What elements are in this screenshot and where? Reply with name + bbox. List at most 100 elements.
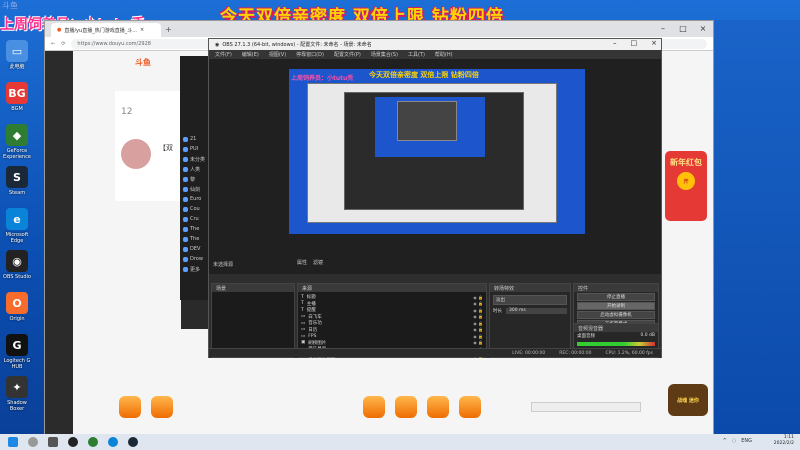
red-packet-banner[interactable]: 新年红包 开 — [665, 151, 707, 221]
nested-capture-obs — [344, 92, 524, 210]
category-icon — [183, 226, 188, 232]
gift-icon[interactable] — [363, 396, 385, 418]
tray-icon[interactable]: ◌ — [732, 438, 736, 444]
transition-select[interactable]: 淡出 — [493, 295, 567, 305]
obs-title-bar: ◉ OBS 27.1.3 (64-bit, windows) - 配置文件: 未… — [209, 39, 661, 50]
room-label: 【双 — [159, 144, 173, 152]
filters-button[interactable]: 滤镜 — [313, 259, 323, 266]
desktop-icon[interactable]: ◉ OBS Studio — [2, 250, 32, 280]
steam-taskbar-icon[interactable] — [128, 437, 138, 447]
new-tab-icon[interactable]: + — [165, 25, 172, 34]
douyu-logo[interactable]: 斗鱼 — [135, 57, 151, 68]
gift-icon[interactable] — [119, 396, 141, 418]
desktop-icon[interactable]: ◆ GeForce Experience — [2, 124, 32, 160]
control-button[interactable]: 开始录制 — [577, 302, 655, 310]
transition-duration-row: 时长 300 ms — [493, 308, 567, 314]
maximize-icon[interactable]: □ — [631, 39, 638, 47]
obs-menu-item[interactable]: 停靠窗口(D) — [296, 51, 324, 58]
app-icon: ◉ — [6, 250, 28, 272]
obs-taskbar-icon[interactable] — [68, 437, 78, 447]
app-icon: O — [6, 292, 28, 314]
desktop-icon-label: Origin — [9, 316, 25, 322]
obs-menu-item[interactable]: 帮助(H) — [435, 51, 453, 58]
desktop-icon-label: Microsoft Edge — [5, 232, 29, 244]
obs-status-bar: LIVE: 00:00:00 REC: 00:00:00 CPU: 1.2%, … — [209, 348, 661, 357]
obs-window[interactable]: ◉ OBS 27.1.3 (64-bit, windows) - 配置文件: 未… — [208, 38, 662, 359]
source-type-icon: ▭ — [301, 314, 306, 320]
desktop-icon[interactable]: G Logitech G HUB — [2, 334, 32, 370]
sources-list[interactable]: T 标题 ◉ 🔒 T 主播 ◉ 🔒 T 提醒 ◉ 🔒 ▭ 白飞车 ◉ 🔒 ▭ 音乐功 ◉ 🔒 ▭ 日历 ◉ 🔒 ▭ F… — [298, 292, 486, 359]
minimize-icon[interactable]: – — [613, 39, 617, 47]
close-icon[interactable]: × — [651, 39, 657, 47]
tab-title: 直播/yu直播_热门游戏直播_斗... — [64, 27, 137, 34]
duration-field[interactable]: 300 ms — [506, 308, 567, 314]
sources-dock-title: 来源 — [298, 284, 486, 292]
obs-menu-item[interactable]: 工具(T) — [408, 51, 425, 58]
gift-icon[interactable] — [151, 396, 173, 418]
desktop-icon-label: OBS Studio — [3, 274, 31, 280]
visibility-eye-icon[interactable]: ◉ 🔒 — [473, 321, 483, 326]
source-type-icon: ▭ — [301, 333, 306, 339]
browser-tab[interactable]: ● 直播/yu直播_热门游戏直播_斗... × — [51, 23, 161, 37]
status-live: LIVE: 00:00:00 — [512, 350, 546, 356]
visibility-eye-icon[interactable]: ◉ 🔒 — [473, 308, 483, 313]
scenes-dock: 场景 +–∧∨ — [211, 283, 295, 358]
close-tab-icon[interactable]: × — [140, 27, 144, 33]
mixer-dock-title: 音频混音器 — [574, 324, 658, 332]
clock[interactable]: 1:11 2022/2/2 — [774, 435, 794, 447]
properties-button[interactable]: 属性 — [297, 259, 307, 266]
obs-menu-item[interactable]: 视图(V) — [269, 51, 286, 58]
taskview-icon[interactable] — [48, 437, 58, 447]
chat-input[interactable] — [531, 402, 641, 412]
minimize-icon[interactable]: – — [653, 21, 673, 35]
obs-menu-item[interactable]: 配置文件(P) — [334, 51, 361, 58]
visibility-eye-icon[interactable]: ◉ 🔒 — [473, 334, 483, 339]
gift-icon[interactable] — [459, 396, 481, 418]
xbox-taskbar-icon[interactable] — [88, 437, 98, 447]
maximize-icon[interactable]: □ — [673, 21, 693, 35]
reload-icon[interactable]: ⟳ — [61, 41, 65, 47]
tray-icon[interactable]: ENG — [741, 438, 752, 444]
control-button[interactable]: 停止直播 — [577, 293, 655, 301]
visibility-eye-icon[interactable]: ◉ 🔒 — [473, 340, 483, 345]
search-icon[interactable] — [28, 437, 38, 447]
visibility-eye-icon[interactable]: ◉ 🔒 — [473, 295, 483, 300]
volume-meter[interactable] — [577, 342, 655, 346]
desktop-icon[interactable]: e Microsoft Edge — [2, 208, 32, 244]
desktop-icon-label: Steam — [8, 190, 26, 196]
obs-canvas: 上周饲养员：小tutu秃 今天双倍亲密度 双倍上限 钻粉四倍 — [289, 69, 585, 234]
obs-menu-item[interactable]: 场景集合(S) — [371, 51, 398, 58]
desktop-icon[interactable]: BG BGM — [2, 82, 32, 112]
visibility-eye-icon[interactable]: ◉ 🔒 — [473, 327, 483, 332]
tray-icon[interactable]: ^ — [723, 438, 727, 444]
category-icon — [183, 146, 188, 152]
edge-taskbar-icon[interactable] — [108, 437, 118, 447]
gift-icon[interactable] — [395, 396, 417, 418]
windows-start-icon[interactable] — [8, 437, 18, 447]
source-type-icon: ▭ — [301, 320, 306, 326]
app-icon: ◆ — [6, 124, 28, 146]
desktop-icon[interactable]: ▭ 此电脑 — [2, 40, 32, 70]
obs-menu-item[interactable]: 编辑(E) — [242, 51, 259, 58]
fans-count: 12 — [121, 107, 133, 117]
avatar[interactable] — [121, 139, 151, 169]
visibility-eye-icon[interactable]: ◉ 🔒 — [473, 301, 483, 306]
close-icon[interactable]: × — [693, 21, 713, 35]
desktop-icon[interactable]: O Origin — [2, 292, 32, 322]
obs-preview[interactable]: 上周饲养员：小tutu秃 今天双倍亲密度 双倍上限 钻粉四倍 属性 滤镜 未选择… — [209, 59, 661, 274]
obs-menu-item[interactable]: 文件(F) — [215, 51, 232, 58]
gift-icon[interactable] — [427, 396, 449, 418]
category-icon — [183, 136, 188, 142]
back-icon[interactable]: ← — [51, 41, 55, 47]
desktop-icon[interactable]: S Steam — [2, 166, 32, 196]
transitions-dock-title: 转场特效 — [490, 284, 570, 292]
visibility-eye-icon[interactable]: ◉ 🔒 — [473, 314, 483, 319]
mixer-db: 0.0 dB — [640, 333, 655, 338]
gift-bar — [105, 387, 665, 427]
scenes-list[interactable] — [212, 292, 294, 348]
control-button[interactable]: 启动虚拟摄像机 — [577, 311, 655, 319]
category-icon — [183, 246, 188, 252]
desktop-icon-label: Shadow Boxer — [7, 400, 27, 412]
obs-menu-bar: 文件(F) 编辑(E) 视图(V) 停靠窗口(D) 配置文件(P) 场景集合(S) 工具(T… — [209, 50, 661, 59]
desktop-icon[interactable]: ✦ Shadow Boxer — [2, 376, 32, 412]
